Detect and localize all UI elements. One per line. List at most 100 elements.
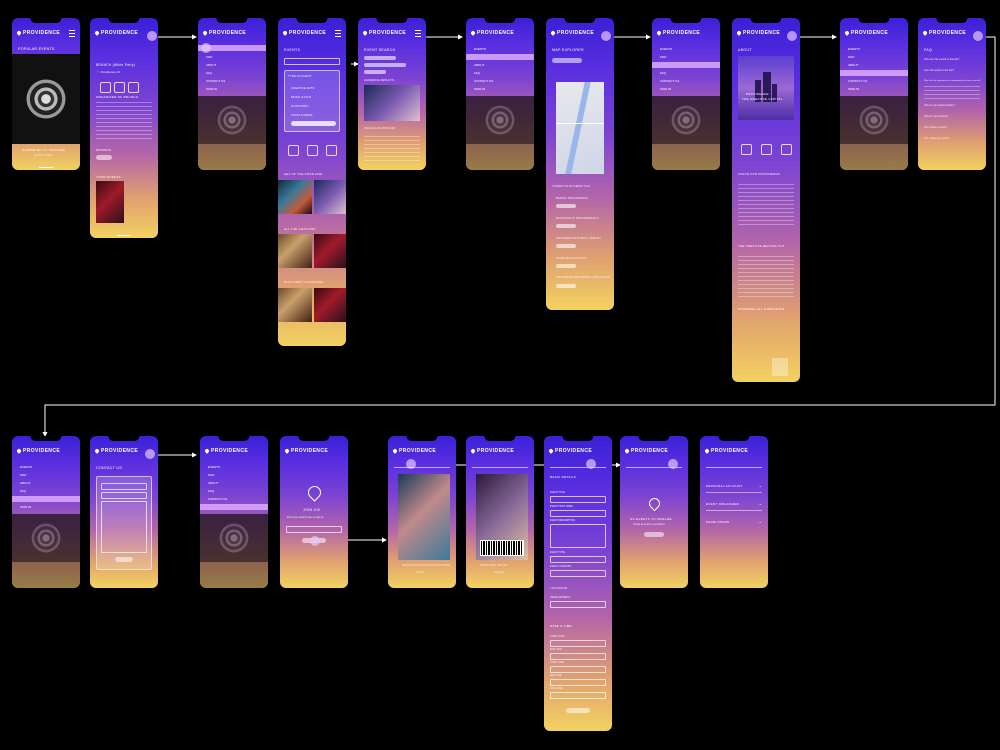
next-button[interactable] (566, 708, 590, 713)
start-time-field[interactable] (550, 666, 606, 673)
faq-question[interactable]: Can I leave a review? (924, 126, 947, 129)
heart-icon[interactable] (128, 82, 139, 93)
menu-item-signin[interactable]: SIGN IN (474, 87, 485, 91)
timezone-field[interactable] (550, 692, 606, 699)
menu-item-contact[interactable]: CONTACT US (474, 79, 493, 83)
chevron-down-icon[interactable]: ⌄ (759, 519, 762, 524)
experience-icon[interactable] (781, 144, 792, 155)
menu-item-contact[interactable]: CONTACT US (848, 79, 867, 83)
menu-icon[interactable] (69, 30, 75, 37)
create-icon[interactable] (761, 144, 772, 155)
menu-item-map[interactable]: MAP (208, 473, 215, 477)
filter-tag[interactable] (364, 70, 386, 74)
menu-item-map[interactable]: MAP (848, 55, 855, 59)
menu-item-map[interactable]: MAP (660, 55, 667, 59)
menu-icon[interactable] (415, 30, 421, 37)
calendar-icon[interactable] (114, 82, 125, 93)
tab-bar[interactable] (472, 461, 528, 468)
place-item[interactable]: BASSIC PROVIDENCE (556, 196, 588, 200)
email-field[interactable] (286, 526, 342, 533)
filter-dropdown[interactable]: TYPE OF EVENT CREATIVE ARTS MUSIC & FILM… (284, 70, 340, 132)
save-icon[interactable] (326, 145, 337, 156)
event-photo[interactable] (398, 474, 450, 560)
filter-option[interactable]: MUSIC & FILM (291, 95, 311, 99)
menu-item-about[interactable]: ABOUT (474, 63, 484, 67)
event-thumb[interactable] (96, 181, 124, 223)
settings-row-organizer[interactable]: EVENT ORGANIZER (706, 502, 739, 506)
faq-question[interactable]: How can I list events on this site? (924, 58, 959, 61)
send-button[interactable] (115, 557, 133, 562)
calendar-icon[interactable] (288, 145, 299, 156)
title-field[interactable] (550, 496, 606, 503)
menu-item-faq[interactable]: FAQ (660, 71, 666, 75)
filter-option[interactable]: OUTDOORS (291, 104, 308, 108)
menu-item-map[interactable]: MAP (206, 55, 213, 59)
menu-item-events[interactable]: EVENTS (20, 465, 32, 469)
category-field[interactable] (550, 570, 606, 577)
menu-item-about[interactable]: ABOUT (208, 481, 218, 485)
faq-question[interactable]: Can I share my events? (924, 137, 949, 140)
map-view[interactable] (556, 82, 604, 174)
menu-item-faq[interactable]: FAQ (474, 71, 480, 75)
type-field[interactable] (550, 556, 606, 563)
address-field[interactable] (550, 601, 606, 608)
promo-button[interactable] (96, 155, 112, 160)
host-field[interactable] (550, 510, 606, 517)
menu-item-contact[interactable]: CONTACT US (206, 79, 225, 83)
location-icon[interactable] (307, 145, 318, 156)
chevron-down-icon[interactable]: ⌄ (759, 483, 762, 488)
locate-me-button[interactable] (552, 58, 582, 63)
place-item[interactable]: PROVIDENCE PUBLIC LIBRARY (556, 236, 601, 240)
menu-item-contact[interactable]: CONTACT US (208, 497, 227, 501)
place-item[interactable]: PROVIDENCE PERFORMING ARTS CENTER (556, 276, 610, 279)
menu-item-map[interactable]: MAP (20, 473, 27, 477)
menu-item-faq[interactable]: FAQ (208, 489, 214, 493)
menu-item-signin[interactable]: SIGN IN (660, 87, 671, 91)
place-item[interactable]: ROOFTOP AT PROVIDENCE G (556, 216, 599, 220)
events-icon[interactable] (741, 144, 752, 155)
filter-tag[interactable] (364, 63, 406, 67)
end-time-field[interactable] (550, 679, 606, 686)
menu-icon[interactable] (335, 30, 341, 37)
menu-item-contact[interactable]: CONTACT US (660, 79, 679, 83)
start-date-field[interactable] (550, 640, 606, 647)
field-label: START TIME (550, 661, 564, 664)
chevron-down-icon[interactable]: ⌄ (759, 501, 762, 506)
menu-item-events[interactable]: EVENTS (660, 47, 672, 51)
message-field[interactable] (101, 501, 147, 553)
tab-bar[interactable] (706, 461, 762, 468)
filter-option[interactable]: FOOD & DRINK (291, 113, 313, 117)
faq-question[interactable]: Why has the importance of supporting loc… (924, 80, 981, 82)
menu-item-about[interactable]: ABOUT (206, 63, 216, 67)
tab-bar[interactable] (394, 461, 450, 468)
faq-question[interactable]: How do I get started quickly? (924, 104, 955, 107)
menu-item-events[interactable]: EVENTS (208, 465, 220, 469)
faq-question[interactable]: Can I list events on the site? (924, 69, 954, 72)
create-button[interactable] (644, 532, 664, 537)
menu-item-about[interactable]: ABOUT (848, 63, 858, 67)
tab-bar[interactable] (550, 461, 606, 468)
event-photo[interactable] (12, 54, 80, 144)
menu-item-faq[interactable]: FAQ (206, 71, 212, 75)
share-icon[interactable] (100, 82, 111, 93)
faq-question[interactable]: How do I get involved? (924, 115, 948, 118)
name-field[interactable] (101, 483, 147, 490)
menu-item-signin[interactable]: SIGN IN (206, 87, 217, 91)
menu-item-signin[interactable]: SIGN IN (20, 505, 31, 509)
result-photo[interactable] (364, 85, 420, 121)
app-logo: PROVIDENCE (101, 448, 139, 454)
email-field[interactable] (101, 492, 147, 499)
menu-item-events[interactable]: EVENTS (474, 47, 486, 51)
search-input[interactable] (284, 58, 340, 65)
settings-row-personal[interactable]: PERSONAL ACCOUNT (706, 484, 743, 488)
filter-option[interactable]: CREATIVE ARTS (291, 86, 314, 90)
description-field[interactable] (550, 524, 606, 548)
place-item[interactable]: DOWN BALLET SHOP (556, 256, 587, 260)
settings-row-developers[interactable]: DEVELOPERS (706, 520, 729, 524)
menu-item-events[interactable]: EVENTS (848, 47, 860, 51)
menu-item-about[interactable]: ABOUT (20, 481, 30, 485)
end-date-field[interactable] (550, 653, 606, 660)
filter-tag[interactable] (364, 56, 396, 60)
menu-item-signin[interactable]: SIGN IN (848, 87, 859, 91)
menu-item-faq[interactable]: FAQ (20, 489, 26, 493)
